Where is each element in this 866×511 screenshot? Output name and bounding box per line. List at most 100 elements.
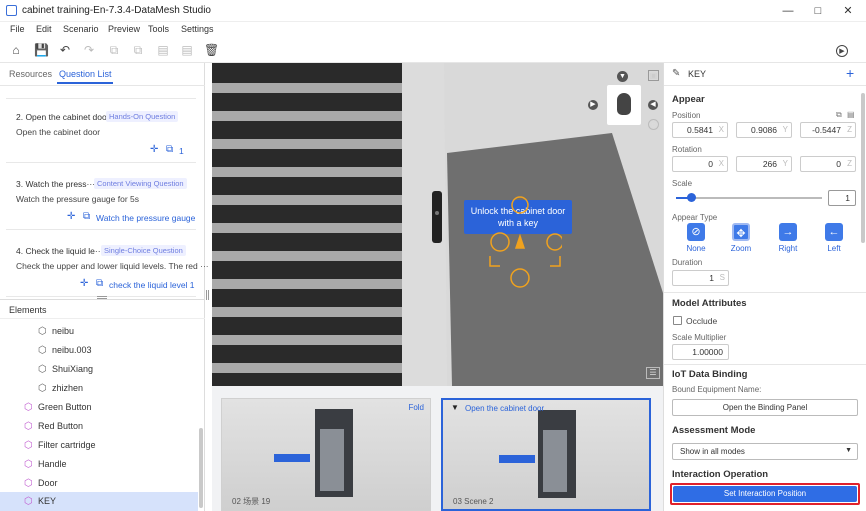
element-item[interactable]: ⬡ Green Button (0, 398, 198, 417)
question-link[interactable]: Watch the pressure gauge (96, 213, 195, 223)
move-icon[interactable]: ✛ (80, 278, 88, 289)
scene-thumbnail-selected[interactable]: ▼ Open the cabinet door 03 Scene 2 (441, 398, 651, 511)
object-name[interactable]: KEY (688, 69, 706, 79)
appear-title: Appear (672, 94, 705, 105)
element-item[interactable]: ⬡ Red Button (0, 417, 198, 436)
assessment-title: Assessment Mode (672, 425, 756, 436)
element-item[interactable]: ⬡ Filter cartridge (0, 436, 198, 455)
home-icon[interactable]: ⌂ (9, 43, 23, 57)
scene-thumbnail[interactable]: Fold 02 场景 19 (221, 398, 431, 511)
cube-icon: ⬡ (24, 421, 33, 432)
question-desc: Open the cabinet door (16, 127, 101, 137)
collapse-triangle-icon[interactable]: ▼ (451, 403, 459, 412)
position-z-input[interactable]: -0.5447 Z (800, 122, 856, 138)
window-title: cabinet training-En-7.3.4-DataMesh Studi… (22, 5, 211, 16)
maximize-icon[interactable]: □ (808, 3, 828, 19)
menu-settings[interactable]: Settings (181, 24, 214, 34)
properties-scrollbar[interactable] (861, 93, 865, 243)
question-card[interactable]: 3. Watch the press··· Content Viewing Qu… (6, 168, 196, 230)
element-item[interactable]: ⬡ ShuiXiang (0, 360, 198, 379)
position-label: Position (672, 111, 701, 120)
scale-multiplier-input[interactable]: 1.00000 (672, 344, 729, 360)
menu-file[interactable]: File (10, 24, 25, 34)
appear-type-left[interactable]: ← Left (819, 223, 849, 253)
list-icon[interactable]: ☰ (646, 367, 660, 379)
element-item[interactable]: ⬡ zhizhen (0, 379, 198, 398)
element-label: neibu (52, 326, 75, 336)
duration-input[interactable]: 1S (672, 270, 729, 286)
app-icon (6, 5, 17, 16)
scale-input[interactable]: 1 (828, 190, 856, 206)
link-icon[interactable]: ⧉ (83, 211, 90, 222)
link-icon[interactable]: ⧉ (96, 278, 103, 289)
info-icon[interactable]: ○ (648, 119, 659, 130)
question-card[interactable]: 2. Open the cabinet door Hands-On Questi… (6, 101, 196, 163)
tab-resources[interactable]: Resources (9, 69, 52, 79)
appear-type-zoom[interactable]: ✥ Zoom (726, 223, 756, 253)
view-left-icon[interactable]: ▶ (588, 100, 598, 110)
fold-link[interactable]: Fold (408, 403, 424, 412)
title-bar: cabinet training-En-7.3.4-DataMesh Studi… (0, 0, 866, 22)
open-binding-panel-button[interactable]: Open the Binding Panel (672, 399, 858, 416)
position-y-input[interactable]: 0.9086 Y (736, 122, 792, 138)
delete-icon[interactable]: 🗑 (204, 43, 219, 57)
view-cube[interactable] (607, 85, 641, 125)
model-attributes-title: Model Attributes (672, 298, 747, 309)
set-interaction-position-button[interactable]: Set Interaction Position (673, 486, 857, 502)
duplicate-icon[interactable]: ▤ (156, 43, 170, 57)
play-icon[interactable]: ▶ (836, 45, 848, 57)
occlude-checkbox[interactable] (673, 316, 682, 325)
copy-icon[interactable]: ⧉ (107, 43, 121, 57)
thumbnail-title: Open the cabinet door (465, 404, 545, 413)
question-link[interactable]: 1 (179, 146, 184, 156)
question-card[interactable]: 4. Check the liquid le··· Single-Choice … (6, 235, 209, 297)
question-desc: Check the upper and lower liquid levels.… (16, 261, 209, 271)
splitter-handle[interactable] (206, 290, 209, 300)
position-x-input[interactable]: 0.5841 X (672, 122, 728, 138)
menu-edit[interactable]: Edit (36, 24, 52, 34)
add-icon[interactable]: + (846, 65, 854, 81)
thumbnail-render (499, 410, 576, 498)
appear-type-label: Right (778, 244, 798, 253)
appear-type-none[interactable]: ⊘ None (681, 223, 711, 253)
assessment-mode-select[interactable]: Show in all modes ▼ (672, 443, 858, 460)
link-icon[interactable]: ⧉ (166, 144, 173, 155)
arrow-left-icon: ← (825, 223, 843, 241)
copy-icon[interactable]: ⧉ (836, 110, 842, 120)
menu-tools[interactable]: Tools (148, 24, 169, 34)
undo-icon[interactable]: ↶ (58, 43, 72, 57)
elements-scrollbar[interactable] (199, 428, 203, 508)
element-item[interactable]: ⬡ neibu (0, 322, 198, 341)
scale-slider-handle[interactable] (686, 193, 696, 202)
close-icon[interactable]: ✕ (838, 3, 858, 19)
scene-viewport[interactable]: Unlock the cabinet door with a key ▼ ▣ ▶… (212, 63, 663, 386)
pencil-icon[interactable]: ✎ (672, 68, 680, 79)
rotation-y-input[interactable]: 266 Y (736, 156, 792, 172)
bound-equipment-label: Bound Equipment Name: (672, 385, 762, 394)
move-icon[interactable]: ✛ (67, 211, 75, 222)
rotation-x-input[interactable]: 0X (672, 156, 728, 172)
element-item[interactable]: ⬡ Door (0, 474, 198, 493)
scale-slider-track[interactable] (676, 197, 822, 199)
tab-question-list[interactable]: Question List (59, 69, 112, 79)
save-icon[interactable]: 💾 (34, 43, 49, 57)
camera-icon[interactable]: ▣ (648, 70, 659, 81)
move-icon[interactable]: ✛ (150, 144, 158, 155)
appear-type-right[interactable]: → Right (773, 223, 803, 253)
element-item[interactable]: ⬡ neibu.003 (0, 341, 198, 360)
transform-gizmo[interactable] (482, 196, 562, 291)
question-type-badge: Hands-On Question (106, 111, 179, 122)
menu-preview[interactable]: Preview (108, 24, 140, 34)
minimize-icon[interactable]: — (778, 3, 798, 19)
rotation-z-input[interactable]: 0Z (800, 156, 856, 172)
paste-icon[interactable]: ⧉ (131, 43, 145, 57)
document-icon[interactable]: ▤ (180, 43, 194, 57)
view-up-icon[interactable]: ▼ (617, 71, 628, 82)
redo-icon[interactable]: ↷ (82, 43, 96, 57)
view-right-icon[interactable]: ◀ (648, 100, 658, 110)
element-item-selected[interactable]: ⬡ KEY (0, 492, 198, 511)
question-link[interactable]: check the liquid level 1 (109, 280, 195, 290)
element-item[interactable]: ⬡ Handle (0, 455, 198, 474)
menu-scenario[interactable]: Scenario (63, 24, 99, 34)
paste-icon[interactable]: ▤ (847, 110, 855, 119)
